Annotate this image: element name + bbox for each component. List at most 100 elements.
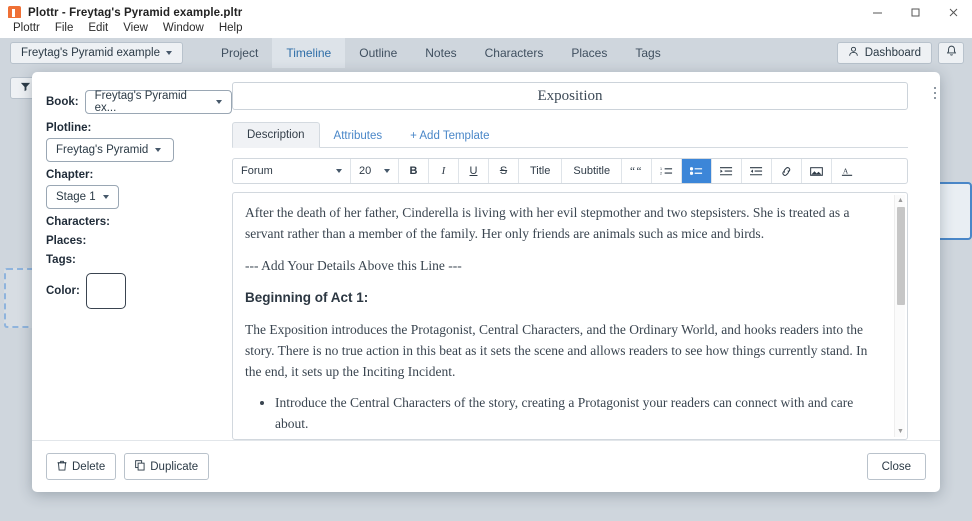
blockquote-icon[interactable]: ““ bbox=[622, 159, 652, 183]
book-dropdown-value: Freytag's Pyramid ex... bbox=[95, 90, 209, 114]
book-selector-dropdown[interactable]: Freytag's Pyramid example bbox=[10, 42, 183, 64]
color-swatch[interactable] bbox=[86, 273, 126, 309]
dialog-footer: Delete Duplicate Close bbox=[32, 440, 940, 492]
chevron-down-icon bbox=[384, 169, 390, 173]
svg-text:A: A bbox=[842, 166, 848, 175]
window-title: Plottr - Freytag's Pyramid example.pltr bbox=[28, 7, 242, 19]
metadata-panel: Book: Freytag's Pyramid ex... Plotline: … bbox=[46, 82, 232, 440]
font-size-value: 20 bbox=[359, 165, 371, 177]
ordered-list-icon[interactable]: 12 bbox=[652, 159, 682, 183]
indent-icon[interactable] bbox=[712, 159, 742, 183]
font-family-dropdown[interactable]: Forum bbox=[233, 159, 351, 183]
scene-editor-dialog: Book: Freytag's Pyramid ex... Plotline: … bbox=[32, 72, 940, 492]
bell-icon bbox=[946, 44, 957, 62]
doc-divider-line: --- Add Your Details Above this Line --- bbox=[245, 256, 881, 277]
tab-bar-right: Dashboard bbox=[837, 42, 964, 64]
chevron-down-icon bbox=[166, 51, 172, 55]
chevron-down-icon bbox=[155, 148, 161, 152]
plotline-dropdown[interactable]: Freytag's Pyramid bbox=[46, 138, 174, 162]
duplicate-button[interactable]: Duplicate bbox=[124, 453, 209, 480]
font-family-value: Forum bbox=[241, 165, 273, 177]
tab-add-template[interactable]: + Add Template bbox=[396, 124, 503, 148]
plotline-label: Plotline: bbox=[46, 122, 232, 134]
color-label: Color: bbox=[46, 285, 80, 297]
doc-paragraph-1: After the death of her father, Cinderell… bbox=[245, 203, 881, 245]
filter-icon bbox=[20, 79, 31, 97]
places-field-row[interactable]: Places: bbox=[46, 235, 232, 247]
trash-icon bbox=[57, 460, 67, 474]
scroll-down-icon[interactable]: ▼ bbox=[897, 428, 904, 435]
list-item: Introduce the Central Characters of the … bbox=[275, 393, 881, 435]
tab-attributes[interactable]: Attributes bbox=[320, 124, 397, 148]
plotline-dropdown-value: Freytag's Pyramid bbox=[56, 144, 148, 156]
tags-label: Tags: bbox=[46, 254, 232, 266]
user-icon bbox=[848, 46, 859, 60]
tags-field-row[interactable]: Tags: bbox=[46, 254, 232, 266]
doc-bullet-list: Introduce the Central Characters of the … bbox=[275, 393, 881, 440]
copy-icon bbox=[135, 460, 145, 474]
outdent-icon[interactable] bbox=[742, 159, 772, 183]
title-style-button[interactable]: Title bbox=[519, 159, 562, 183]
more-vertical-icon[interactable] bbox=[926, 80, 944, 106]
book-label: Book: bbox=[46, 96, 79, 108]
tab-tags[interactable]: Tags bbox=[621, 38, 674, 68]
font-size-dropdown[interactable]: 20 bbox=[351, 159, 399, 183]
book-dropdown[interactable]: Freytag's Pyramid ex... bbox=[85, 90, 232, 114]
menu-item-view[interactable]: View bbox=[116, 20, 155, 36]
svg-text:“: “ bbox=[637, 166, 642, 177]
description-content[interactable]: After the death of her father, Cinderell… bbox=[233, 193, 907, 440]
tab-bar: Freytag's Pyramid example Project Timeli… bbox=[0, 38, 972, 68]
characters-label: Characters: bbox=[46, 216, 232, 228]
bold-button[interactable]: B bbox=[399, 159, 429, 183]
main-nav-tabs: Project Timeline Outline Notes Character… bbox=[207, 38, 675, 68]
tab-description[interactable]: Description bbox=[232, 122, 320, 148]
chapter-dropdown-value: Stage 1 bbox=[56, 191, 96, 203]
underline-button[interactable]: U bbox=[459, 159, 489, 183]
svg-text:“: “ bbox=[630, 166, 635, 177]
duplicate-label: Duplicate bbox=[150, 461, 198, 473]
editor-panel: Exposition Description Attributes + Add … bbox=[232, 82, 928, 440]
tab-project[interactable]: Project bbox=[207, 38, 272, 68]
menu-item-edit[interactable]: Edit bbox=[81, 20, 115, 36]
text-color-icon[interactable]: A bbox=[832, 159, 862, 183]
menu-item-help[interactable]: Help bbox=[212, 20, 250, 36]
strikethrough-button[interactable]: S bbox=[489, 159, 519, 183]
notifications-button[interactable] bbox=[938, 42, 964, 64]
tab-outline[interactable]: Outline bbox=[345, 38, 411, 68]
italic-button[interactable]: I bbox=[429, 159, 459, 183]
bullet-list-icon[interactable] bbox=[682, 159, 712, 183]
tab-timeline[interactable]: Timeline bbox=[272, 38, 345, 68]
svg-text:2: 2 bbox=[660, 171, 662, 175]
delete-button[interactable]: Delete bbox=[46, 453, 116, 480]
application-window: Plottr - Freytag's Pyramid example.pltr … bbox=[0, 0, 972, 521]
rich-text-toolbar: Forum 20 B I U S Title Subtitle ““ bbox=[232, 158, 908, 184]
chevron-down-icon bbox=[336, 169, 342, 173]
chapter-dropdown[interactable]: Stage 1 bbox=[46, 185, 119, 209]
characters-field-row[interactable]: Characters: bbox=[46, 216, 232, 228]
description-editor[interactable]: After the death of her father, Cinderell… bbox=[232, 192, 908, 440]
chevron-down-icon bbox=[216, 100, 222, 104]
menu-item-file[interactable]: File bbox=[48, 20, 81, 36]
menu-item-plottr[interactable]: Plottr bbox=[6, 20, 47, 36]
image-icon[interactable] bbox=[802, 159, 832, 183]
scene-title-input[interactable]: Exposition bbox=[232, 82, 908, 110]
doc-heading: Beginning of Act 1: bbox=[245, 288, 881, 309]
tab-notes[interactable]: Notes bbox=[411, 38, 470, 68]
dashboard-button[interactable]: Dashboard bbox=[837, 42, 932, 64]
menu-item-window[interactable]: Window bbox=[156, 20, 211, 36]
plotline-field-row: Plotline: Freytag's Pyramid bbox=[46, 122, 232, 162]
close-button[interactable]: Close bbox=[867, 453, 926, 480]
scrollbar-thumb[interactable] bbox=[897, 207, 905, 305]
delete-label: Delete bbox=[72, 461, 105, 473]
link-icon[interactable] bbox=[772, 159, 802, 183]
color-field-row: Color: bbox=[46, 273, 232, 309]
subtitle-style-button[interactable]: Subtitle bbox=[562, 159, 622, 183]
editor-scrollbar[interactable]: ▲ ▼ bbox=[894, 195, 905, 437]
tab-places[interactable]: Places bbox=[557, 38, 621, 68]
list-item: Introduce the basic conflict of the stor… bbox=[275, 439, 881, 440]
editor-tabs: Description Attributes + Add Template bbox=[232, 118, 908, 148]
dashboard-label: Dashboard bbox=[865, 47, 921, 59]
scroll-up-icon[interactable]: ▲ bbox=[897, 197, 904, 204]
chapter-field-row: Chapter: Stage 1 bbox=[46, 169, 232, 209]
tab-characters[interactable]: Characters bbox=[471, 38, 558, 68]
